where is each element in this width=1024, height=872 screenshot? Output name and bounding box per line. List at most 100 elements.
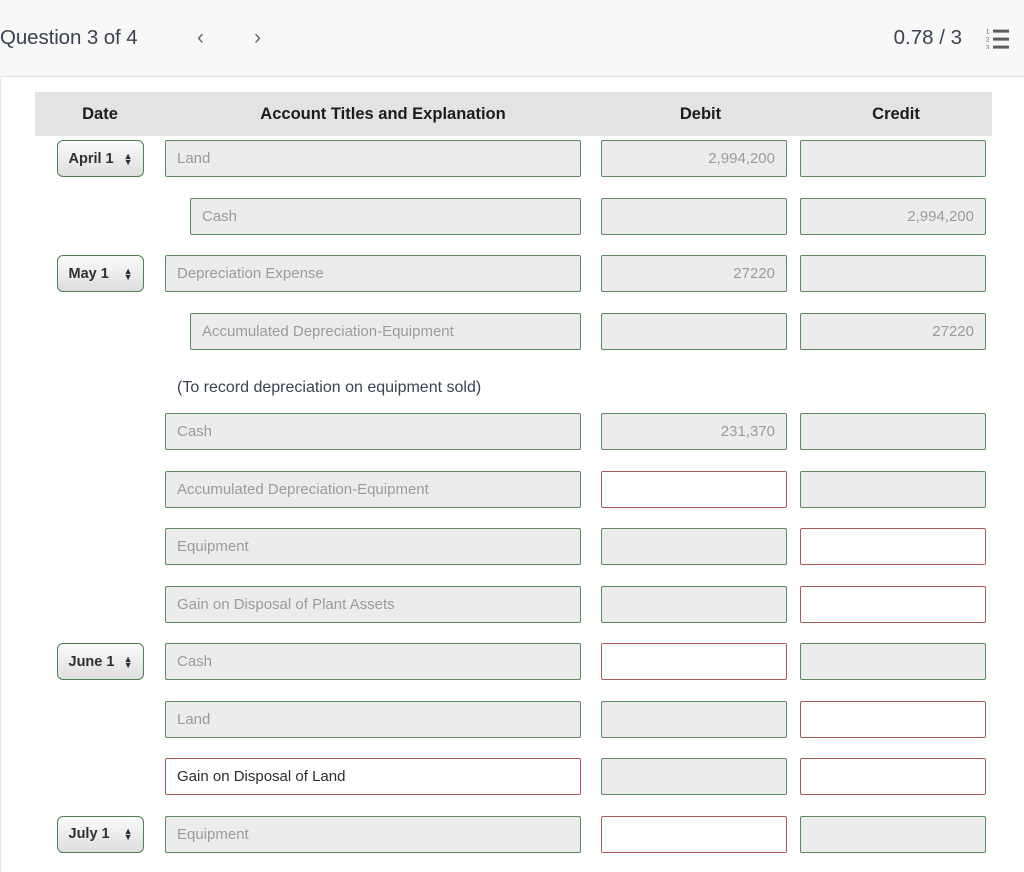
credit-amount-input[interactable] (800, 700, 986, 738)
credit-amount-input[interactable] (800, 815, 986, 853)
credit-amount-input[interactable] (800, 585, 986, 623)
date-select[interactable]: April 1 ▲ ▼ (56, 140, 144, 177)
account-title-text: Cash (177, 423, 213, 440)
account-title-input[interactable]: Accumulated Depreciation-Equipment (190, 312, 581, 350)
account-cell: Gain on Disposal of Land (165, 754, 601, 795)
journal-entry-row: Cash 2,994,200 (35, 194, 992, 252)
debit-amount-input[interactable]: 231,370 (601, 413, 787, 450)
account-title-input[interactable]: Gain on Disposal of Plant Assets (165, 585, 581, 623)
account-title-text: Equipment (177, 825, 249, 843)
debit-amount-input[interactable] (601, 700, 787, 738)
chevron-right-icon: › (254, 26, 262, 49)
debit-amount-input[interactable] (601, 470, 787, 508)
debit-amount-input[interactable]: 27220 (601, 255, 787, 292)
debit-cell (601, 309, 800, 350)
credit-amount-input[interactable]: 2,994,200 (800, 197, 986, 235)
account-title-input[interactable]: Equipment (165, 528, 581, 565)
table-header-row: Date Account Titles and Explanation Debi… (35, 92, 992, 136)
debit-amount-input[interactable] (601, 585, 787, 623)
journal-entry-row: Accumulated Depreciation-Equipment (35, 467, 992, 525)
date-cell (35, 409, 165, 413)
stepper-arrows-icon: ▲ ▼ (123, 653, 133, 670)
journal-entry-row: Gain on Disposal of Plant Assets (35, 582, 992, 640)
account-title-input[interactable]: Land (165, 700, 581, 738)
credit-amount-input[interactable] (800, 140, 986, 177)
journal-explanation-row: (To record depreciation on equipment sol… (35, 366, 992, 409)
debit-amount-input[interactable] (601, 528, 787, 565)
date-select-value: May 1 (68, 265, 109, 282)
account-title-input[interactable]: Equipment (165, 815, 581, 853)
credit-cell (800, 136, 992, 177)
debit-amount-text: 27220 (733, 265, 775, 282)
date-select-value: April 1 (68, 150, 114, 167)
account-title-input[interactable]: Cash (165, 643, 581, 680)
credit-amount-input[interactable] (800, 470, 986, 508)
account-cell: Land (165, 697, 601, 738)
credit-cell (800, 467, 992, 508)
credit-amount-input[interactable] (800, 255, 986, 292)
date-select[interactable]: July 1 ▲ ▼ (56, 815, 144, 853)
account-title-text: Gain on Disposal of Land (177, 768, 346, 785)
credit-amount-input[interactable] (800, 758, 986, 795)
credit-cell (800, 697, 992, 738)
account-cell: Land (165, 136, 601, 177)
svg-text:2: 2 (986, 38, 990, 44)
journal-entry-row: Land (35, 697, 992, 755)
date-cell: April 1 ▲ ▼ (35, 136, 165, 177)
debit-amount-input[interactable] (601, 758, 787, 795)
stepper-arrows-icon: ▲ ▼ (123, 150, 133, 167)
score-display: 0.78 / 3 (893, 26, 962, 49)
credit-amount-input[interactable] (800, 643, 986, 680)
explanation-text: (To record depreciation on equipment sol… (177, 378, 482, 396)
account-title-text: Accumulated Depreciation-Equipment (177, 480, 429, 498)
credit-cell (800, 251, 992, 292)
debit-cell (601, 194, 800, 235)
account-title-text: Depreciation Expense (177, 265, 324, 282)
account-title-input[interactable]: Cash (165, 413, 581, 450)
debit-amount-input[interactable] (601, 815, 787, 853)
journal-entry-row: Cash 231,370 (35, 409, 992, 467)
account-cell: Equipment (165, 812, 601, 853)
date-cell (35, 524, 165, 528)
debit-amount-input[interactable] (601, 312, 787, 350)
question-content-scroll-area[interactable]: Date Account Titles and Explanation Debi… (0, 78, 1024, 872)
account-title-input[interactable]: Accumulated Depreciation-Equipment (165, 470, 581, 508)
credit-cell (800, 812, 992, 853)
account-title-text: Land (177, 710, 211, 728)
date-cell: June 1 ▲ ▼ (35, 639, 165, 680)
account-cell: Depreciation Expense (165, 251, 601, 292)
account-title-input[interactable]: Depreciation Expense (165, 255, 581, 292)
journal-entry-table: Date Account Titles and Explanation Debi… (35, 92, 992, 872)
debit-amount-text: 231,370 (720, 423, 775, 440)
account-cell: Cash (165, 639, 601, 680)
numbered-list-icon[interactable]: 1 2 3 (986, 27, 1010, 49)
credit-cell (800, 409, 992, 450)
date-select-value: June 1 (68, 653, 115, 670)
debit-cell (601, 524, 800, 565)
date-cell (35, 582, 165, 586)
credit-cell (800, 639, 992, 680)
account-title-input[interactable]: Cash (190, 197, 581, 235)
page-title: Question 3 of 4 (0, 26, 138, 49)
credit-amount-text: 2,994,200 (907, 207, 974, 225)
debit-amount-input[interactable]: 2,994,200 (601, 140, 787, 177)
credit-amount-input[interactable] (800, 528, 986, 565)
date-select[interactable]: May 1 ▲ ▼ (56, 255, 144, 292)
credit-amount-input[interactable] (800, 413, 986, 450)
journal-entry-row: Equipment (35, 524, 992, 582)
date-cell (35, 194, 165, 198)
date-select[interactable]: June 1 ▲ ▼ (56, 643, 144, 680)
credit-amount-input[interactable]: 27220 (800, 312, 986, 350)
next-question-button[interactable]: › (241, 21, 275, 55)
account-title-input[interactable]: Land (165, 140, 581, 177)
debit-cell: 27220 (601, 251, 800, 292)
credit-cell: 2,994,200 (800, 194, 992, 235)
credit-cell (800, 524, 992, 565)
account-title-input[interactable]: Gain on Disposal of Land (165, 758, 581, 795)
debit-amount-input[interactable] (601, 197, 787, 235)
stepper-arrows-icon: ▲ ▼ (123, 826, 133, 842)
journal-entry-row: July 1 ▲ ▼ Equipment (35, 812, 992, 870)
journal-entry-row: May 1 ▲ ▼ Depreciation Expense 27220 (35, 251, 992, 309)
previous-question-button[interactable]: ‹ (184, 21, 218, 55)
debit-amount-input[interactable] (601, 643, 787, 680)
